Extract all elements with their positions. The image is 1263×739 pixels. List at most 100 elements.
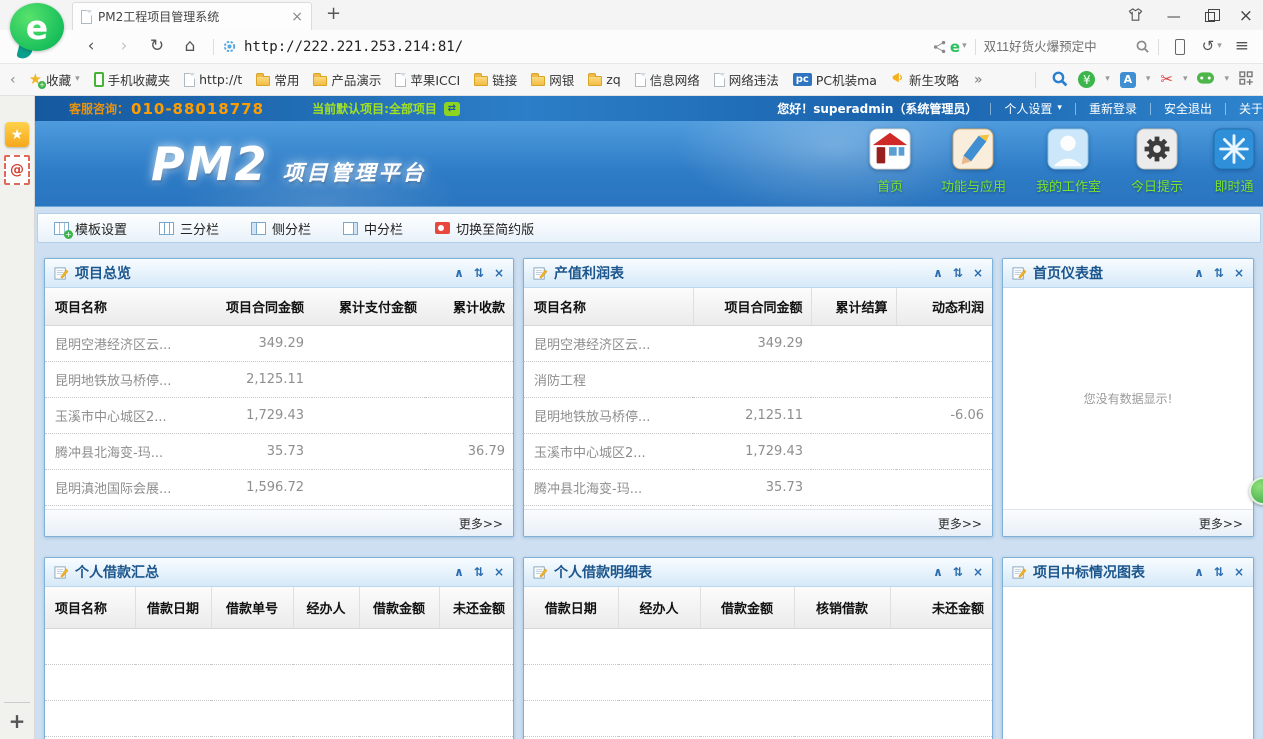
table-row[interactable]: 昆明滇池国际会展...1,596.72 xyxy=(45,469,513,505)
refresh-icon[interactable] xyxy=(474,566,484,578)
relogin-link[interactable]: 重新登录 xyxy=(1089,100,1137,117)
mid-column-button[interactable]: 中分栏 xyxy=(343,219,403,238)
bookmark-folder[interactable]: 产品演示 xyxy=(310,68,384,91)
rebate-icon[interactable] xyxy=(1078,71,1095,88)
collapse-icon[interactable] xyxy=(454,267,464,279)
table-row[interactable]: 昆明地铁放马桥停...2,125.11 xyxy=(45,361,513,397)
collapse-bookmarks-icon[interactable] xyxy=(10,73,16,87)
template-settings-button[interactable]: 模板设置 xyxy=(54,219,127,238)
minimize-button[interactable] xyxy=(1167,10,1181,24)
tab-close-icon[interactable] xyxy=(291,10,303,24)
bookmark-item[interactable]: 网络违法 xyxy=(711,68,782,91)
bookmark-item[interactable]: 信息网络 xyxy=(632,68,703,91)
table-row[interactable]: 昆明空港经济区云...349.29 xyxy=(524,325,992,361)
table-row[interactable]: 昆明地铁放马桥停...2,125.11-6.06 xyxy=(524,397,992,433)
close-icon[interactable] xyxy=(1234,566,1244,578)
three-column-button[interactable]: 三分栏 xyxy=(159,219,219,238)
refresh-icon[interactable] xyxy=(1214,566,1224,578)
refresh-icon[interactable] xyxy=(474,267,484,279)
mobile-view-icon[interactable] xyxy=(1175,39,1185,55)
chevron-down-icon[interactable] xyxy=(1183,75,1188,84)
side-column-icon xyxy=(251,222,266,235)
favorites-star-icon[interactable] xyxy=(5,122,29,147)
undo-icon[interactable] xyxy=(1202,39,1215,54)
table-row[interactable]: 昆明空港经济区云...349.29 xyxy=(45,325,513,361)
bookmark-folder[interactable]: 常用 xyxy=(253,68,302,91)
home-icon xyxy=(869,128,911,173)
chevron-down-icon[interactable] xyxy=(1217,42,1222,51)
reload-button[interactable] xyxy=(142,38,172,55)
bookmark-favorites[interactable]: 收藏 xyxy=(26,68,83,91)
forward-button[interactable] xyxy=(109,38,139,55)
screenshot-scissors-icon[interactable] xyxy=(1160,72,1173,87)
nav-home[interactable]: 首页 xyxy=(869,128,911,195)
bookmark-item[interactable]: http://t xyxy=(181,70,245,89)
mail-at-icon[interactable] xyxy=(4,155,30,185)
search-icon[interactable] xyxy=(1135,39,1150,54)
chevron-down-icon[interactable] xyxy=(1224,75,1229,84)
close-icon[interactable] xyxy=(973,566,983,578)
table-row[interactable]: 腾冲县北海变-玛...35.73 xyxy=(524,469,992,505)
close-icon[interactable] xyxy=(1234,267,1244,279)
refresh-icon[interactable] xyxy=(953,566,963,578)
restore-button[interactable] xyxy=(1205,12,1215,22)
search-tool-icon[interactable] xyxy=(1051,70,1068,90)
browser-logo[interactable]: e xyxy=(10,3,64,59)
address-input[interactable] xyxy=(244,39,930,55)
browser-tab[interactable]: PM2工程项目管理系统 xyxy=(72,2,312,30)
bookmark-item[interactable]: 手机收藏夹 xyxy=(91,68,174,91)
menu-icon[interactable] xyxy=(1235,38,1249,55)
switch-simple-button[interactable]: 切换至简约版 xyxy=(435,219,534,238)
switch-project-icon[interactable] xyxy=(444,102,460,116)
table-row[interactable]: 玉溪市中心城区2...1,729.43 xyxy=(45,397,513,433)
translate-icon[interactable] xyxy=(1120,72,1136,88)
back-button[interactable] xyxy=(76,38,106,55)
bookmark-item[interactable]: 苹果ICCI xyxy=(392,68,463,91)
table-row[interactable]: 消防工程 xyxy=(524,361,992,397)
close-icon[interactable] xyxy=(494,566,504,578)
logout-link[interactable]: 安全退出 xyxy=(1164,100,1212,117)
bookmarks-overflow-icon[interactable] xyxy=(974,73,983,87)
panel-title: 项目总览 xyxy=(75,263,131,283)
nav-tips[interactable]: 今日提示 xyxy=(1131,128,1183,195)
e-menu-icon[interactable]: e xyxy=(950,38,967,56)
bookmark-item[interactable]: pcPC机装ma xyxy=(790,68,880,91)
about-link[interactable]: 关于 xyxy=(1239,100,1263,117)
close-icon[interactable] xyxy=(973,267,983,279)
gamepad-icon[interactable] xyxy=(1197,72,1214,87)
bookmark-folder[interactable]: zq xyxy=(585,70,624,89)
more-link[interactable]: 更多>> xyxy=(938,515,982,532)
collapse-icon[interactable] xyxy=(1194,267,1204,279)
bookmark-folder[interactable]: 网银 xyxy=(528,68,577,91)
new-tab-button[interactable] xyxy=(326,5,341,23)
mid-column-icon xyxy=(343,222,358,235)
close-button[interactable] xyxy=(1239,8,1253,25)
collapse-icon[interactable] xyxy=(933,267,943,279)
nav-functions[interactable]: 功能与应用 xyxy=(941,128,1006,195)
collapse-icon[interactable] xyxy=(454,566,464,578)
nav-messenger[interactable]: 即时通 xyxy=(1213,128,1255,195)
share-icon[interactable] xyxy=(933,40,947,54)
more-link[interactable]: 更多>> xyxy=(459,515,503,532)
more-link[interactable]: 更多>> xyxy=(1199,515,1243,532)
collapse-icon[interactable] xyxy=(1194,566,1204,578)
theme-skin-icon[interactable] xyxy=(1128,7,1143,26)
search-input[interactable] xyxy=(984,40,1132,54)
table-row[interactable]: 腾冲县北海变-玛...35.7336.79 xyxy=(45,433,513,469)
sidebar-add-button[interactable] xyxy=(9,711,26,731)
bookmark-folder[interactable]: 链接 xyxy=(471,68,520,91)
bookmark-item[interactable]: 新生攻略 xyxy=(888,68,962,91)
apps-grid-icon[interactable] xyxy=(1239,71,1253,88)
nav-workspace[interactable]: 我的工作室 xyxy=(1036,128,1101,195)
chevron-down-icon[interactable] xyxy=(1105,75,1110,84)
table-row[interactable]: 玉溪市中心城区2...1,729.43 xyxy=(524,433,992,469)
chevron-down-icon[interactable] xyxy=(1146,75,1151,84)
side-column-button[interactable]: 侧分栏 xyxy=(251,219,311,238)
personal-settings-link[interactable]: 个人设置 xyxy=(1004,100,1062,117)
site-icon[interactable] xyxy=(222,39,237,54)
close-icon[interactable] xyxy=(494,267,504,279)
home-button[interactable] xyxy=(175,38,205,55)
refresh-icon[interactable] xyxy=(1214,267,1224,279)
collapse-icon[interactable] xyxy=(933,566,943,578)
refresh-icon[interactable] xyxy=(953,267,963,279)
